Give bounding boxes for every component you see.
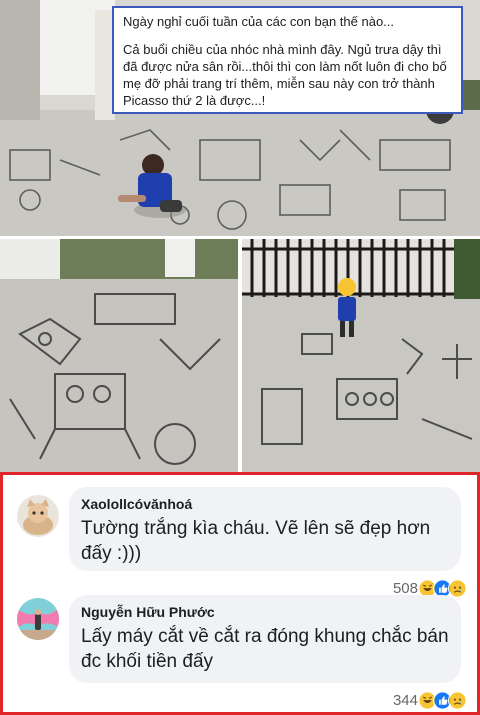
avatar[interactable] (17, 598, 59, 640)
reaction-count: 508 (392, 579, 418, 597)
post-caption: Ngày nghỉ cuối tuần của các con bạn thế … (112, 6, 463, 114)
sad-icon (448, 690, 467, 710)
comments-panel: Xaolollcóvănhoá Tường trắng kìa cháu. Vẽ… (0, 472, 480, 715)
caption-body: Cả buổi chiều của nhóc nhà mình đây. Ngủ… (123, 42, 447, 108)
comment-author[interactable]: Xaolollcóvănhoá (81, 495, 449, 513)
comment-bubble: Nguyễn Hữu Phước Lấy máy cắt về cắt ra đ… (69, 595, 461, 683)
avatar[interactable] (17, 495, 59, 537)
sad-icon (448, 578, 467, 598)
comment-author[interactable]: Nguyễn Hữu Phước (81, 603, 449, 621)
reaction-summary[interactable]: 344 (393, 689, 467, 711)
comment-bubble: Xaolollcóvănhoá Tường trắng kìa cháu. Vẽ… (69, 487, 461, 571)
photo-bottom-right-drawing[interactable] (242, 239, 480, 472)
caption-first-line: Ngày nghỉ cuối tuần của các con bạn thế … (123, 14, 395, 29)
reaction-count: 344 (392, 691, 418, 709)
comment-text: Tường trắng kìa cháu. Vẽ lên sẽ đẹp hơn … (81, 518, 431, 564)
photo-bottom-left-drawing[interactable] (0, 239, 238, 472)
comment-text: Lấy máy cắt về cắt ra đóng khung chắc bá… (81, 626, 449, 672)
